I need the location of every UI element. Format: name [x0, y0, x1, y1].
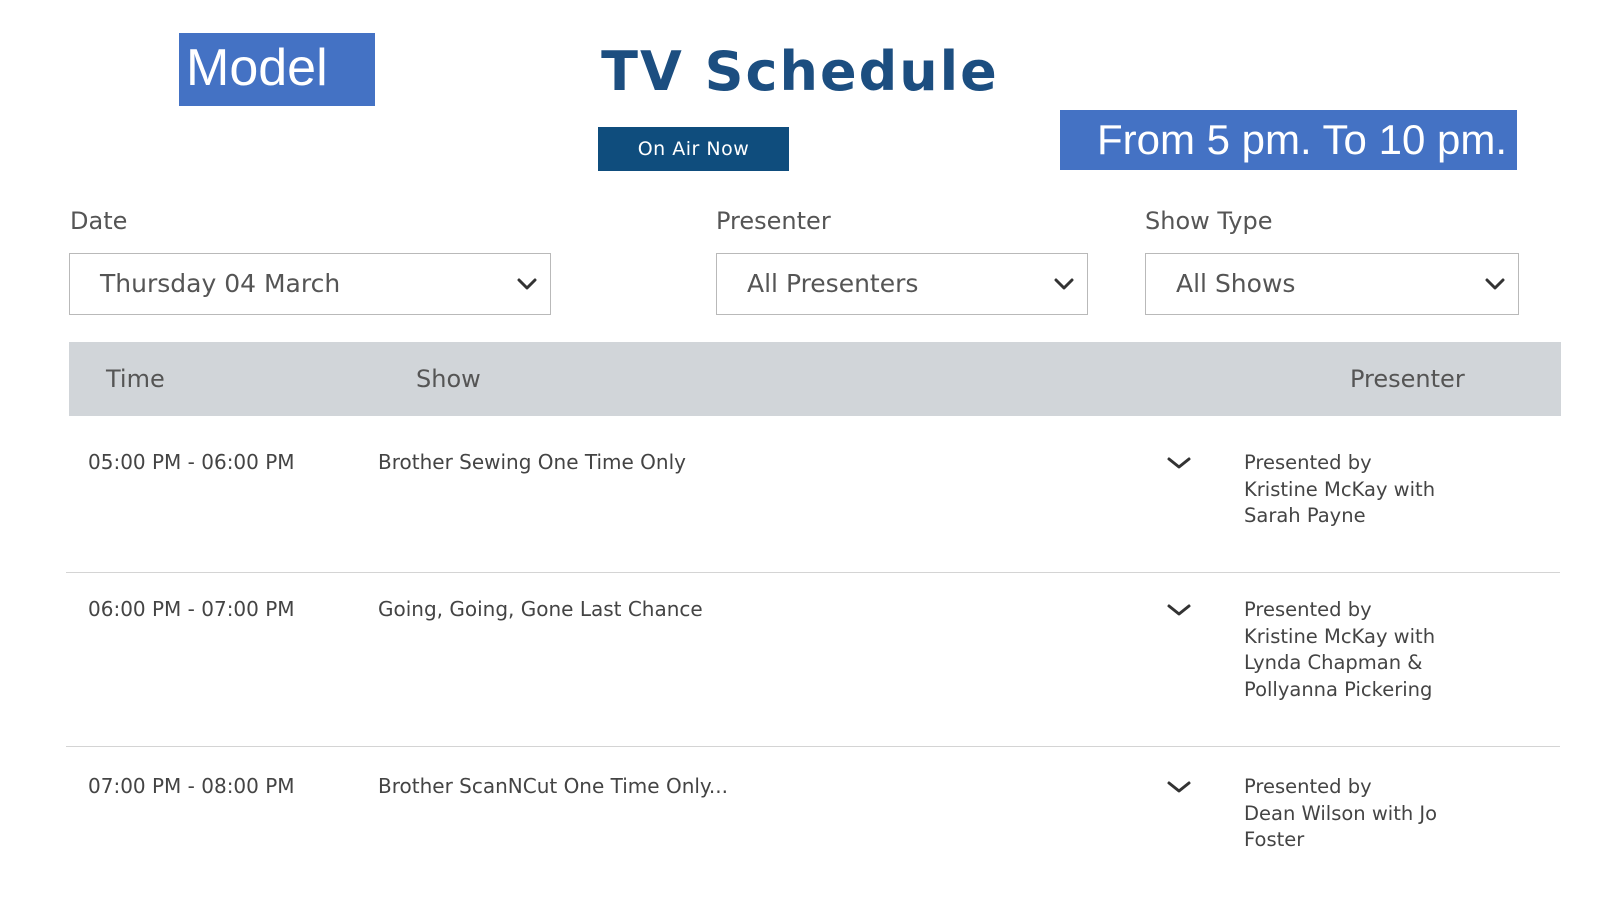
presenter-line: Presented by — [1244, 451, 1372, 474]
presenter-filter-label: Presenter — [716, 207, 831, 235]
table-row[interactable]: 05:00 PM - 06:00 PM Brother Sewing One T… — [66, 416, 1560, 573]
page-title: TV Schedule — [601, 40, 999, 103]
presenter-select[interactable]: All Presenters — [716, 253, 1088, 315]
presenter-line: Kristine McKay with — [1244, 477, 1436, 501]
table-row[interactable]: 06:00 PM - 07:00 PM Going, Going, Gone L… — [66, 573, 1560, 747]
chevron-down-icon — [1484, 254, 1506, 313]
row-presenter: Presented by Kristine McKay with Sarah P… — [1244, 450, 1514, 530]
presenter-line: Presented by — [1244, 775, 1372, 798]
date-filter-label: Date — [70, 207, 128, 235]
presenter-select-value: All Presenters — [747, 269, 919, 298]
row-show-title[interactable]: Going, Going, Gone Last Chance — [378, 597, 703, 621]
row-show-title[interactable]: Brother Sewing One Time Only — [378, 450, 686, 474]
row-presenter: Presented by Kristine McKay with Lynda C… — [1244, 597, 1514, 703]
presenter-line: Sarah Payne — [1244, 504, 1366, 527]
row-show-title[interactable]: Brother ScanNCut One Time Only... — [378, 774, 728, 798]
column-header-show: Show — [416, 365, 481, 393]
show-type-select[interactable]: All Shows — [1145, 253, 1519, 315]
presenter-line: Dean Wilson with Jo — [1244, 801, 1438, 825]
row-time: 05:00 PM - 06:00 PM — [88, 450, 295, 474]
presenter-line: Kristine McKay with — [1244, 624, 1436, 648]
show-type-select-value: All Shows — [1176, 269, 1296, 298]
schedule-table-header: Time Show Presenter — [69, 342, 1561, 416]
chevron-down-icon — [516, 254, 538, 313]
presenter-line: Presented by — [1244, 598, 1372, 621]
presenter-line: Lynda Chapman & — [1244, 651, 1423, 674]
show-type-filter-label: Show Type — [1145, 207, 1273, 235]
date-select-value: Thursday 04 March — [100, 269, 341, 298]
chevron-down-icon[interactable] — [1166, 455, 1196, 475]
chevron-down-icon[interactable] — [1166, 779, 1196, 799]
model-annotation-label: Model — [179, 33, 375, 106]
presenter-line: Pollyanna Pickering — [1244, 677, 1433, 701]
date-select[interactable]: Thursday 04 March — [69, 253, 551, 315]
chevron-down-icon — [1053, 254, 1075, 313]
time-range-annotation-label: From 5 pm. To 10 pm. — [1060, 110, 1517, 170]
on-air-now-button[interactable]: On Air Now — [598, 127, 789, 171]
chevron-down-icon[interactable] — [1166, 602, 1196, 622]
presenter-line: Foster — [1244, 828, 1305, 851]
table-row[interactable]: 07:00 PM - 08:00 PM Brother ScanNCut One… — [66, 747, 1560, 887]
row-presenter: Presented by Dean Wilson with Jo Foster — [1244, 774, 1514, 854]
column-header-time: Time — [106, 365, 165, 393]
row-time: 06:00 PM - 07:00 PM — [88, 597, 295, 621]
row-time: 07:00 PM - 08:00 PM — [88, 774, 295, 798]
column-header-presenter: Presenter — [1350, 365, 1465, 393]
